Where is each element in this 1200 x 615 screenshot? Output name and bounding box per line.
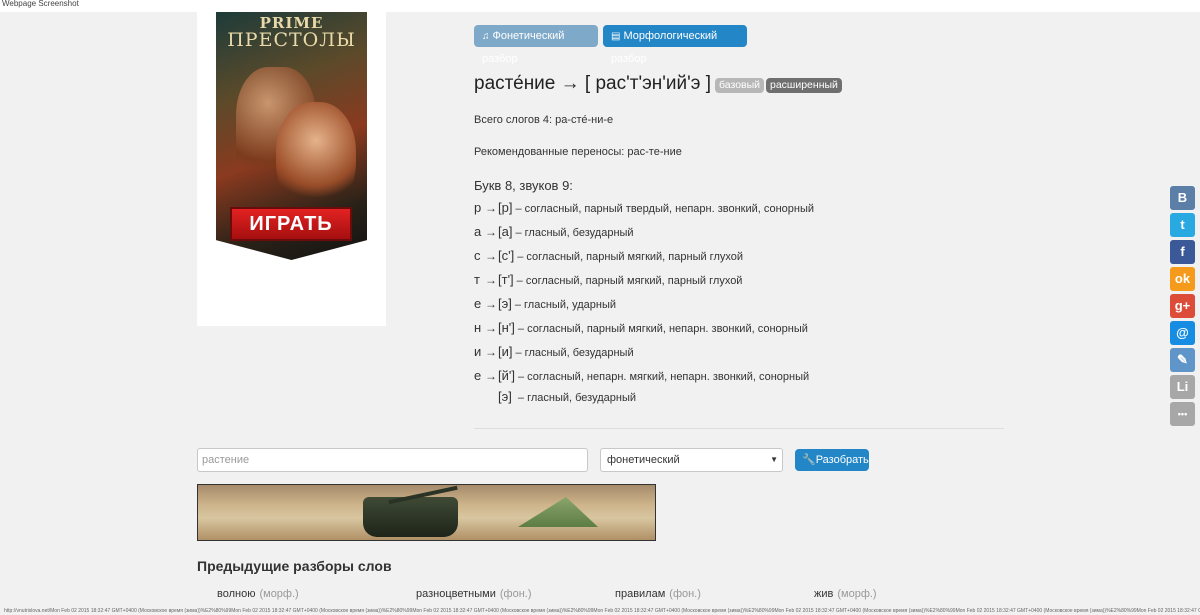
ad-figure-heroine bbox=[276, 102, 356, 212]
word-transcription: расте́ние → [ рас'т'эн'ий'э ] bbox=[474, 73, 711, 94]
ad-play-button[interactable]: ИГРАТЬ bbox=[230, 207, 352, 241]
google-plus-icon[interactable]: g+ bbox=[1170, 294, 1195, 318]
analysis-type-select[interactable]: фонетический ▼ bbox=[600, 448, 783, 472]
facebook-icon[interactable]: f bbox=[1170, 240, 1195, 264]
analyze-button[interactable]: 🔧Разобрать bbox=[795, 449, 869, 471]
twitter-icon[interactable]: t bbox=[1170, 213, 1195, 237]
phonetic-row: т →[т'] – согласный, парный мягкий, парный… bbox=[474, 272, 743, 287]
wrench-icon: 🔧 bbox=[802, 454, 816, 466]
book-icon: ▤ bbox=[611, 31, 621, 42]
previous-item[interactable]: правилам (фон.) bbox=[615, 588, 701, 600]
analyze-label: Разобрать bbox=[815, 454, 869, 466]
phonetic-row: и →[и] – гласный, безударный bbox=[474, 344, 634, 359]
syllable-count: Всего слогов 4: ра-сте́-ни-е bbox=[474, 114, 614, 126]
phonetic-row: а →[а] – гласный, безударный bbox=[474, 224, 634, 239]
previous-item[interactable]: разноцветными (фон.) bbox=[416, 588, 531, 600]
phonetic-row: [э] – гласный, безударный bbox=[498, 389, 637, 404]
hyphenation-info: Рекомендованные переносы: рас-те-ние bbox=[474, 146, 682, 158]
phonetic-analysis-label: Фонетический разбор bbox=[482, 30, 565, 65]
extended-mode-badge[interactable]: расширенный bbox=[766, 78, 842, 93]
livejournal-icon[interactable]: ✎ bbox=[1170, 348, 1195, 372]
liveinternet-icon[interactable]: Li bbox=[1170, 375, 1195, 399]
previous-item[interactable]: жив (морф.) bbox=[814, 588, 877, 600]
mailru-icon[interactable]: @ bbox=[1170, 321, 1195, 345]
phonetic-row: е →[э] – гласный, ударный bbox=[474, 296, 616, 311]
dropdown-caret-icon: ▼ bbox=[770, 455, 778, 464]
previous-analyses-title: Предыдущие разборы слов bbox=[197, 558, 392, 574]
analysis-type-value: фонетический bbox=[607, 454, 680, 466]
phonetic-row: н →[н'] – согласный, парный мягкий, непарн… bbox=[474, 320, 808, 335]
phonetic-row: с →[с'] – согласный, парный мягкий, парный… bbox=[474, 248, 743, 263]
morphological-analysis-button[interactable]: ▤ Морфологический разбор bbox=[603, 25, 747, 65]
basic-mode-badge[interactable]: базовый bbox=[715, 78, 765, 93]
morphological-analysis-label: Морфологический разбор bbox=[611, 30, 718, 65]
word-input[interactable] bbox=[197, 448, 588, 472]
ad-hill bbox=[518, 497, 598, 527]
divider bbox=[474, 428, 1004, 429]
music-note-icon: ♫ bbox=[482, 31, 490, 42]
previous-item[interactable]: волною (морф.) bbox=[217, 588, 299, 600]
status-bar-url: http://vnutrislova.net/Mon Feb 02 2015 1… bbox=[4, 608, 1200, 614]
phonetic-row: е →[й'] – согласный, непарн. мягкий, непар… bbox=[474, 368, 810, 383]
more-icon[interactable]: ••• bbox=[1170, 402, 1195, 426]
window-title: Webpage Screenshot bbox=[2, 0, 79, 8]
ad-logo-sub: ПРЕСТОЛЫ bbox=[227, 29, 356, 51]
vkontakte-icon[interactable]: B bbox=[1170, 186, 1195, 210]
ad-tank bbox=[363, 497, 458, 537]
tank-ad-banner[interactable] bbox=[197, 484, 656, 541]
phonetic-row: р →[р] – согласный, парный твердый, непарн… bbox=[474, 200, 815, 215]
letters-sounds-count: Букв 8, звуков 9: bbox=[474, 178, 573, 193]
window-titlebar: Webpage Screenshot bbox=[0, 0, 1200, 12]
phonetic-analysis-button[interactable]: ♫ Фонетический разбор bbox=[474, 25, 598, 65]
odnoklassniki-icon[interactable]: ok bbox=[1170, 267, 1195, 291]
